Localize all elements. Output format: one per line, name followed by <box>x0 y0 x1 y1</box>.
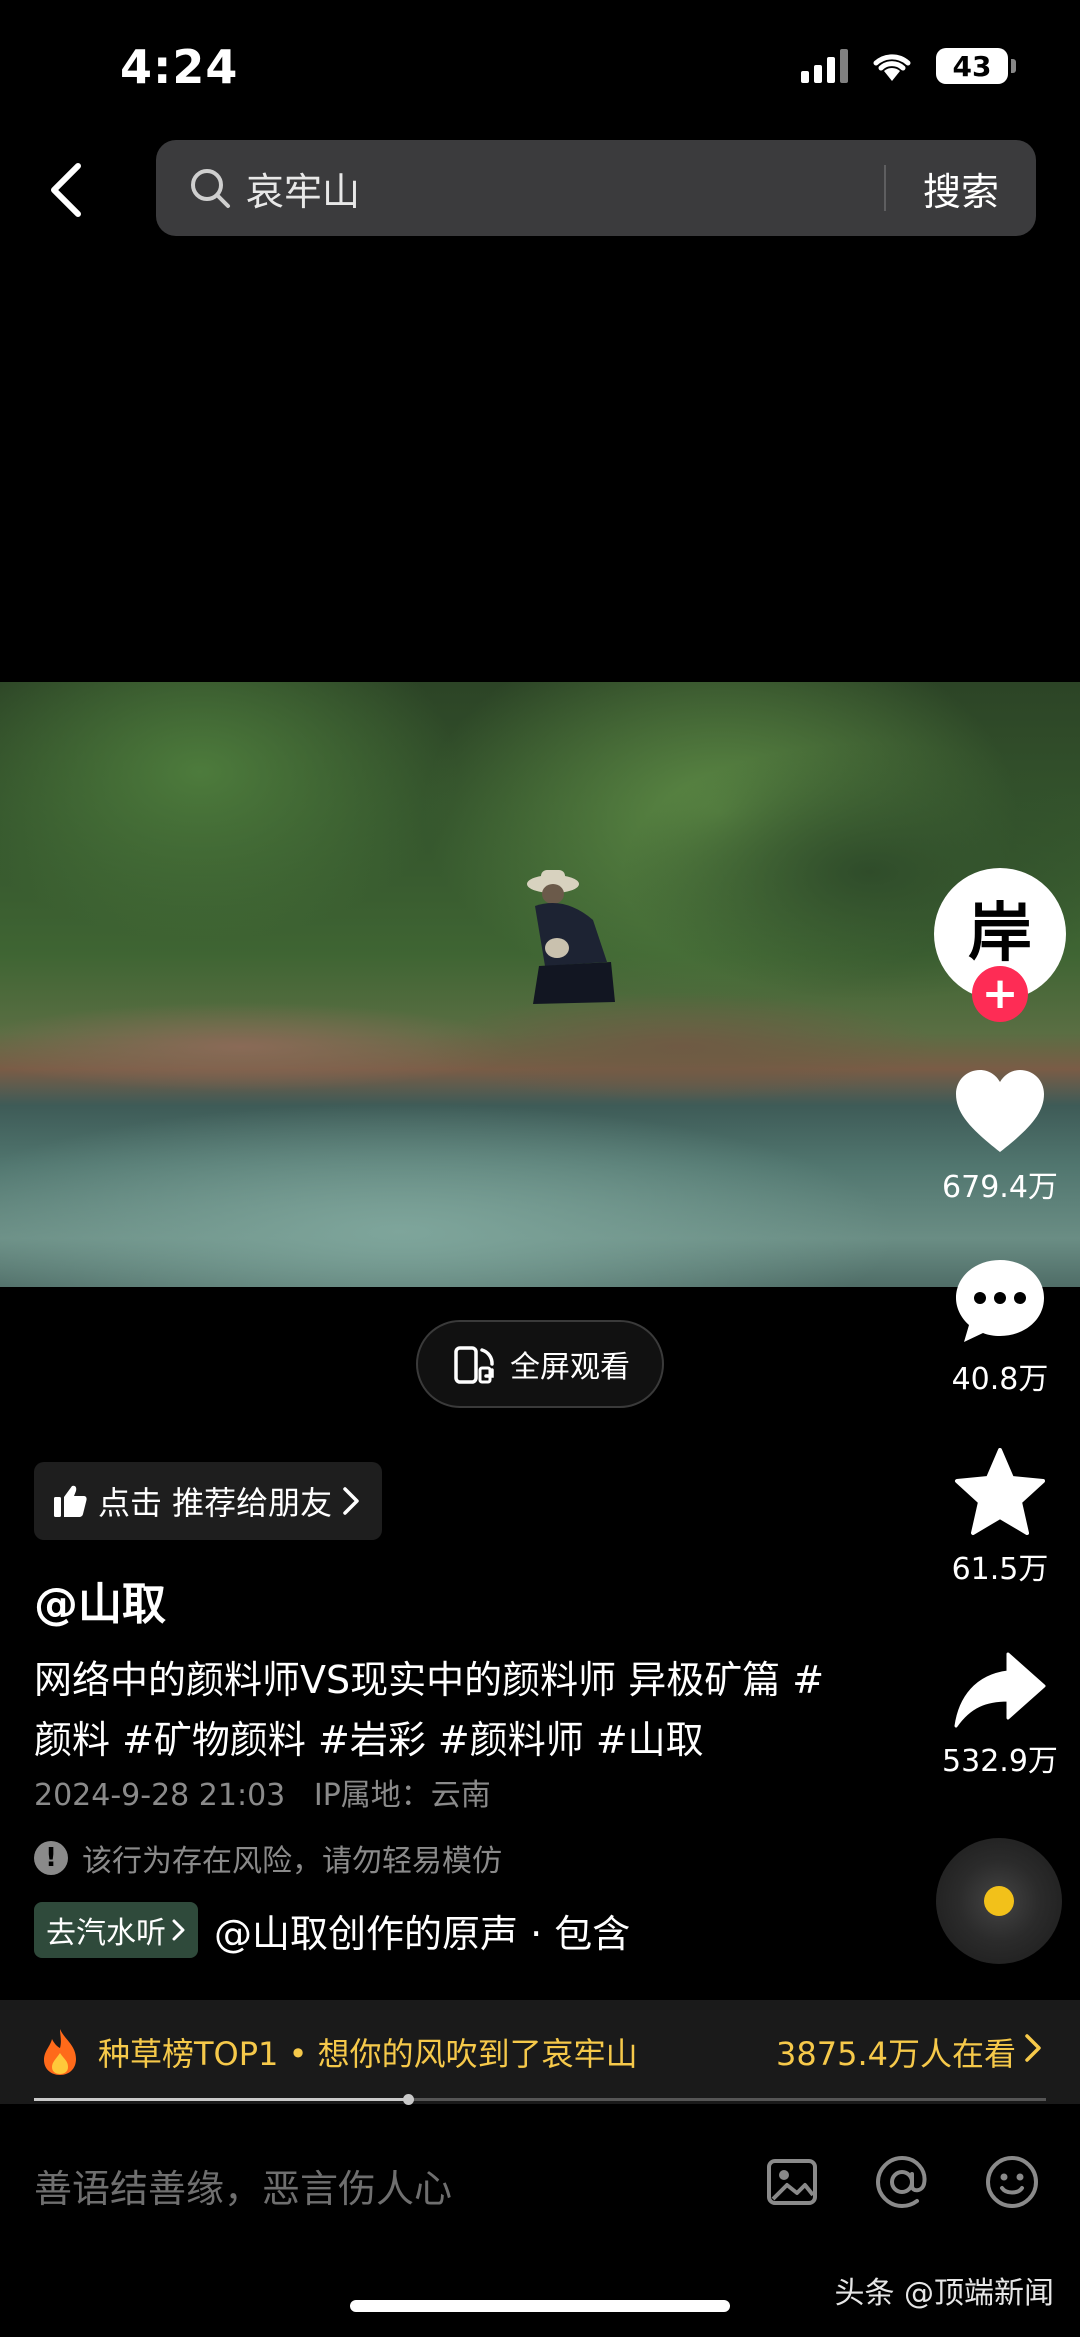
mention-button[interactable] <box>872 2152 932 2212</box>
favorite-count: 61.5万 <box>951 1552 1049 1587</box>
star-icon <box>955 1448 1045 1535</box>
video-riverbank <box>420 992 940 1102</box>
search-icon <box>191 169 230 208</box>
author-name[interactable]: @山取 <box>34 1568 166 1632</box>
progress-fill <box>34 2098 409 2101</box>
rotate-screen-icon <box>454 1346 494 1384</box>
warning-icon: ! <box>34 1841 68 1875</box>
search-bar[interactable]: 哀牢山 搜索 <box>156 140 1036 236</box>
comment-count: 40.8万 <box>951 1362 1049 1397</box>
comment-bubble-icon <box>956 1260 1044 1342</box>
back-button[interactable] <box>36 150 96 230</box>
recommend-label: 点击 推荐给朋友 <box>98 1484 333 1522</box>
follow-button[interactable]: + <box>972 966 1028 1022</box>
comment-input[interactable]: 善语结善缘，恶言伤人心 <box>34 2158 452 2213</box>
music-disc[interactable] <box>936 1838 1062 1964</box>
post-datetime: 2024-9-28 21:03 <box>34 1778 286 1813</box>
fullscreen-button[interactable]: 全屏观看 <box>416 1320 664 1408</box>
like-button[interactable]: 679.4万 <box>925 1068 1075 1206</box>
image-icon <box>767 2159 817 2205</box>
music-row[interactable]: 去汽水听 @山取创作的原声 · 包含 <box>34 1902 684 1958</box>
chevron-right-icon <box>1024 2032 1042 2072</box>
post-description[interactable]: 网络中的颜料师VS现实中的颜料师 异极矿篇 #颜料 #矿物颜料 #岩彩 #颜料师… <box>34 1650 834 1770</box>
ip-location: IP属地：云南 <box>313 1778 491 1813</box>
avatar-logo: 岸 <box>968 896 1032 971</box>
source-watermark: 头条 @顶端新闻 <box>834 2276 1054 2311</box>
video-player[interactable] <box>0 682 1080 1287</box>
status-icons: 43 <box>801 48 1016 84</box>
video-person <box>527 870 615 1004</box>
video-water <box>0 1102 900 1287</box>
search-button[interactable]: 搜索 <box>886 161 1036 216</box>
favorite-button[interactable]: 61.5万 <box>925 1448 1075 1588</box>
at-sign-icon <box>875 2155 927 2209</box>
image-picker-button[interactable] <box>762 2152 822 2212</box>
chevron-right-icon <box>172 1919 185 1941</box>
home-indicator[interactable] <box>350 2300 730 2312</box>
music-disc-center <box>984 1886 1014 1916</box>
share-button[interactable]: 532.9万 <box>925 1652 1075 1780</box>
hot-list-banner[interactable]: 种草榜TOP1 • 想你的风吹到了哀牢山 3875.4万人在看 <box>0 2000 1080 2104</box>
chevron-right-icon <box>343 1487 359 1515</box>
qishui-music-tag[interactable]: 去汽水听 <box>34 1902 198 1958</box>
comment-button[interactable]: 40.8万 <box>925 1256 1075 1398</box>
emoji-button[interactable] <box>982 2152 1042 2212</box>
wifi-icon <box>873 54 911 81</box>
risk-warning: ! 该行为存在风险，请勿轻易模仿 <box>34 1836 502 1880</box>
chevron-left-icon <box>51 163 81 217</box>
music-title[interactable]: @山取创作的原声 · 包含 <box>214 1903 630 1958</box>
fire-icon <box>44 2029 76 2075</box>
music-tag-label: 去汽水听 <box>46 1916 166 1951</box>
hot-list-text: 种草榜TOP1 • 想你的风吹到了哀牢山 <box>98 2035 638 2073</box>
post-meta: 2024-9-28 21:03 IP属地：云南 <box>34 1770 491 1814</box>
emoji-icon <box>986 2156 1038 2208</box>
search-input[interactable]: 哀牢山 <box>246 161 884 216</box>
risk-warning-text: 该行为存在风险，请勿轻易模仿 <box>82 1844 502 1879</box>
share-arrow-icon <box>954 1652 1046 1728</box>
like-count: 679.4万 <box>942 1170 1058 1205</box>
heart-icon <box>956 1070 1044 1152</box>
battery-icon: 43 <box>936 48 1016 84</box>
recommend-to-friends-button[interactable]: 点击 推荐给朋友 <box>34 1462 383 1540</box>
video-foliage <box>0 682 460 942</box>
cellular-signal-icon <box>801 49 848 83</box>
hot-list-viewers: 3875.4万人在看 <box>776 2035 1016 2073</box>
status-time: 4:24 <box>120 40 239 94</box>
fullscreen-label: 全屏观看 <box>510 1350 630 1385</box>
thumbs-up-icon <box>54 1485 87 1517</box>
playback-progress[interactable] <box>34 2094 1046 2105</box>
share-count: 532.9万 <box>942 1744 1058 1779</box>
